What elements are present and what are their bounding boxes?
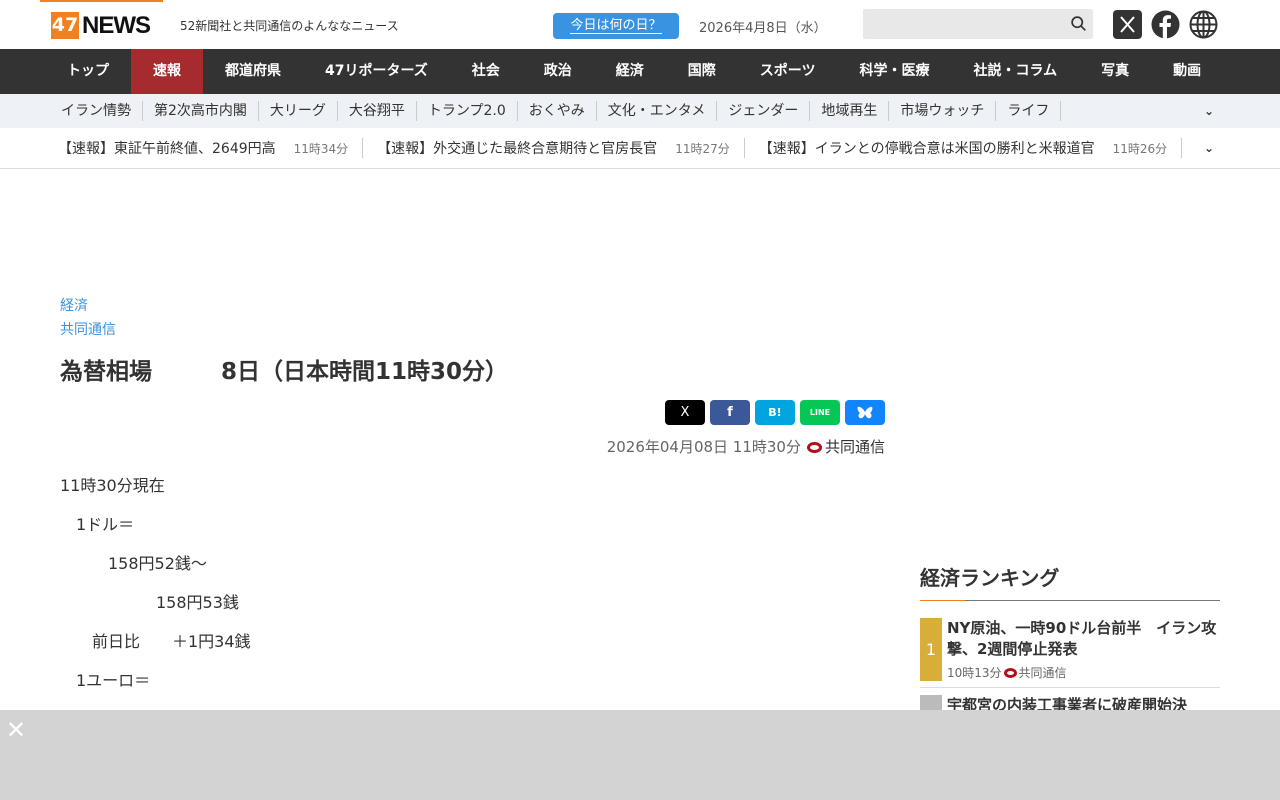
category-link[interactable]: 経済	[60, 294, 885, 318]
topic-link[interactable]: 市場ウォッチ	[889, 101, 997, 121]
x-icon[interactable]	[1113, 10, 1142, 39]
body-line: 158円53銭	[60, 593, 239, 612]
topic-link[interactable]: 大リーグ	[259, 101, 338, 121]
share-hatena-button[interactable]: B!	[755, 400, 795, 425]
ticker-item[interactable]: 【速報】東証午前終値、2649円高 11時34分	[58, 138, 364, 158]
ranking-item-title: NY原油、一時90ドル台前半 イラン攻撃、2週間停止発表	[947, 619, 1217, 658]
kyodo-logo-icon	[1003, 668, 1017, 678]
nav-politics[interactable]: 政治	[522, 49, 594, 94]
body-line: 158円52銭〜	[60, 554, 207, 573]
header: 47 NEWS 52新聞社と共同通信のよんななニュース 今日は何の日？ 2026年…	[0, 0, 1280, 49]
topic-link[interactable]: 地域再生	[810, 101, 890, 121]
article-title: 為替相場 8日（日本時間11時30分）	[60, 359, 509, 385]
article-body: 11時30分現在 1ドル＝ 158円52銭〜 158円53銭 前日比 ＋1円34…	[60, 466, 251, 739]
nav-prefectures[interactable]: 都道府県	[203, 49, 303, 94]
topic-link[interactable]: おくやみ	[518, 101, 597, 121]
share-line-button[interactable]: LINE	[800, 400, 840, 425]
search-input[interactable]	[863, 9, 1093, 39]
nav-sports[interactable]: スポーツ	[738, 49, 838, 94]
article-header: 経済 共同通信 為替相場 8日（日本時間11時30分） X f B! LINE …	[60, 294, 885, 457]
share-x-button[interactable]: X	[665, 400, 705, 425]
nav-photos[interactable]: 写真	[1079, 49, 1151, 94]
breaking-news-ticker: 【速報】東証午前終値、2649円高 11時34分 【速報】外交通じた最終合意期待と…	[0, 128, 1280, 169]
nav-economy[interactable]: 経済	[594, 49, 666, 94]
chevron-down-icon[interactable]: ⌄	[1199, 141, 1214, 155]
ranking-item-time: 10時13分	[947, 666, 1002, 680]
ticker-item[interactable]: 【速報】外交通じた最終合意期待と官房長官 11時27分	[377, 138, 745, 158]
share-buttons: X f B! LINE bsky	[60, 400, 885, 425]
economy-ranking: 経済ランキング 1 NY原油、一時90ドル台前半 イラン攻撃、2週間停止発表 1…	[920, 562, 1220, 722]
close-icon[interactable]: ✕	[6, 718, 26, 742]
topic-link[interactable]: 大谷翔平	[338, 101, 417, 121]
topic-link[interactable]: 第2次高市内閣	[143, 101, 259, 121]
nav-science[interactable]: 科学・医療	[838, 49, 952, 94]
nav-editorial[interactable]: 社説・コラム	[952, 49, 1080, 94]
tagline: 52新聞社と共同通信のよんななニュース	[180, 19, 399, 33]
topic-nav: イラン情勢 第2次高市内閣 大リーグ 大谷翔平 トランプ2.0 おくやみ 文化・…	[0, 94, 1280, 128]
nav-society[interactable]: 社会	[450, 49, 522, 94]
butterfly-icon	[857, 406, 873, 418]
ranking-title: 経済ランキング	[920, 562, 1220, 601]
ad-overlay: ✕	[0, 710, 1280, 800]
ticker-item[interactable]: 【速報】イランとの停戦合意は米国の勝利と米報道官 11時26分	[759, 138, 1183, 158]
current-date: 2026年4月8日（水）	[699, 21, 827, 36]
topic-link[interactable]: イラン情勢	[50, 101, 143, 121]
logo-word: NEWS	[82, 11, 151, 39]
today-in-history-button[interactable]: 今日は何の日？	[553, 13, 679, 39]
topic-link[interactable]: トランプ2.0	[417, 101, 518, 121]
site-logo[interactable]: 47 NEWS	[51, 11, 151, 39]
nav-international[interactable]: 国際	[666, 49, 738, 94]
nav-47reporters[interactable]: 47リポーターズ	[303, 49, 450, 94]
ranking-item-source: 共同通信	[1018, 666, 1067, 680]
kyodo-logo-icon	[806, 442, 822, 453]
publish-date: 2026年04月08日 11時30分	[606, 438, 801, 456]
body-line: 前日比 ＋1円34銭	[60, 632, 251, 651]
topic-link[interactable]: ライフ	[996, 101, 1062, 121]
topic-link[interactable]: ジェンダー	[717, 101, 811, 121]
logo-number: 47	[51, 12, 79, 39]
nav-videos[interactable]: 動画	[1151, 49, 1223, 94]
body-line: 1ユーロ＝	[60, 671, 151, 690]
facebook-icon[interactable]	[1151, 10, 1180, 39]
provider-link[interactable]: 共同通信	[60, 318, 885, 342]
search-icon[interactable]	[1070, 15, 1087, 32]
topic-link[interactable]: 文化・エンタメ	[597, 101, 718, 121]
article-meta: 2026年04月08日 11時30分 共同通信	[60, 436, 885, 457]
rank-number: 1	[920, 618, 942, 681]
ranking-item[interactable]: 1 NY原油、一時90ドル台前半 イラン攻撃、2週間停止発表 10時13分 共同通…	[920, 601, 1220, 688]
body-line: 11時30分現在	[60, 476, 165, 495]
share-facebook-button[interactable]: f	[710, 400, 750, 425]
nav-breaking[interactable]: 速報	[131, 49, 203, 94]
nav-top[interactable]: トップ	[45, 49, 131, 94]
body-line: 1ドル＝	[60, 515, 135, 534]
chevron-down-icon[interactable]: ⌄	[1204, 104, 1214, 118]
share-bluesky-button[interactable]: bsky	[845, 400, 885, 425]
main-nav: トップ 速報 都道府県 47リポーターズ 社会 政治 経済 国際 スポーツ 科学…	[0, 49, 1280, 94]
source-name: 共同通信	[824, 438, 885, 456]
globe-icon[interactable]	[1189, 10, 1218, 39]
accent-bar	[40, 0, 163, 2]
